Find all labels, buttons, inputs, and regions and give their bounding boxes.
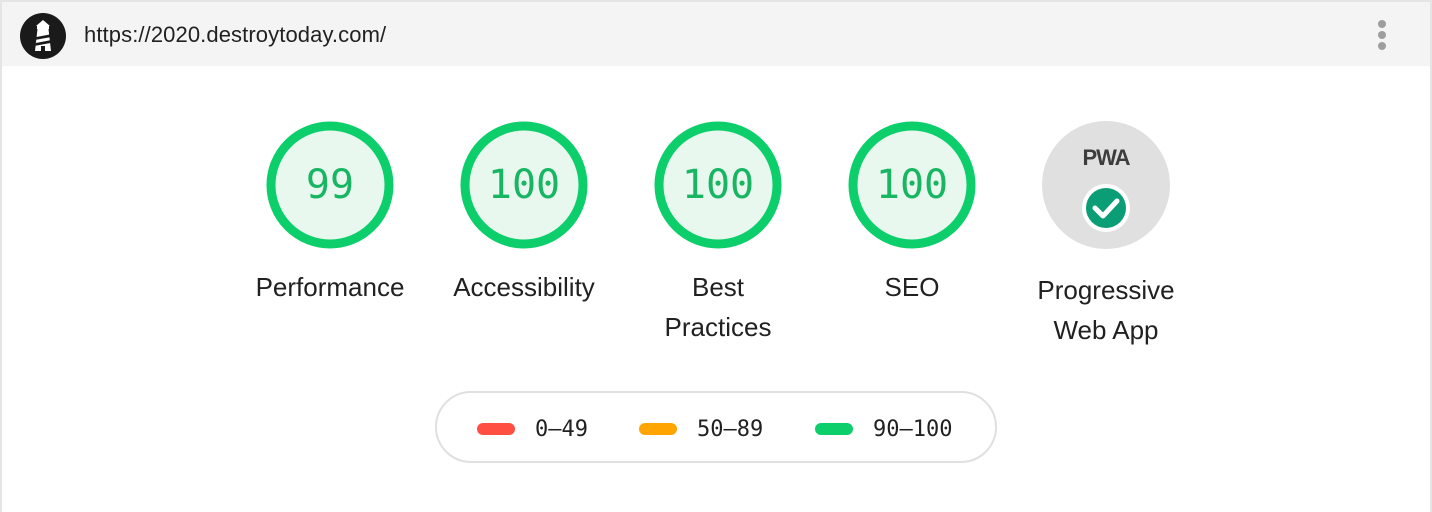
gauge-label: Accessibility xyxy=(453,272,595,302)
pwa-label-text: Progressive Web App xyxy=(1037,275,1175,345)
gauge-label: Best Practices xyxy=(664,272,772,342)
score-value: 100 xyxy=(681,162,755,208)
legend-item-fail: 0–49 xyxy=(477,393,588,465)
more-vert-icon[interactable] xyxy=(1372,18,1392,54)
gauge-best-practices[interactable]: 100 Best Practices xyxy=(628,121,808,347)
legend-swatch-orange xyxy=(639,423,677,435)
gauge-seo[interactable]: 100 SEO xyxy=(822,121,1002,307)
score-ring: 99 xyxy=(266,121,394,249)
gauge-label: Performance xyxy=(255,272,405,302)
pwa-logo-text: PWA xyxy=(1082,145,1130,170)
score-value: 100 xyxy=(875,162,949,208)
score-value: 99 xyxy=(305,162,355,208)
pwa-label[interactable]: Progressive Web App xyxy=(1016,270,1196,350)
score-legend: 0–49 50–89 90–100 xyxy=(435,391,997,463)
legend-item-pass: 90–100 xyxy=(815,393,952,465)
legend-swatch-green xyxy=(815,423,853,435)
score-value: 100 xyxy=(487,162,561,208)
legend-item-average: 50–89 xyxy=(639,393,763,465)
legend-range: 50–89 xyxy=(697,416,764,442)
score-ring: 100 xyxy=(848,121,976,249)
legend-swatch-red xyxy=(477,423,515,435)
gauge-label: SEO xyxy=(884,272,940,302)
pwa-badge[interactable]: PWA xyxy=(1042,121,1170,249)
score-ring: 100 xyxy=(654,121,782,249)
score-ring: 100 xyxy=(460,121,588,249)
gauge-accessibility[interactable]: 100 Accessibility xyxy=(434,121,614,307)
page-url: https://2020.destroytoday.com/ xyxy=(84,22,387,47)
legend-range: 0–49 xyxy=(535,416,588,442)
report-header: https://2020.destroytoday.com/ xyxy=(2,2,1430,66)
lighthouse-icon[interactable] xyxy=(20,13,66,59)
gauge-performance[interactable]: 99 Performance xyxy=(240,121,420,307)
legend-range: 90–100 xyxy=(873,416,953,442)
